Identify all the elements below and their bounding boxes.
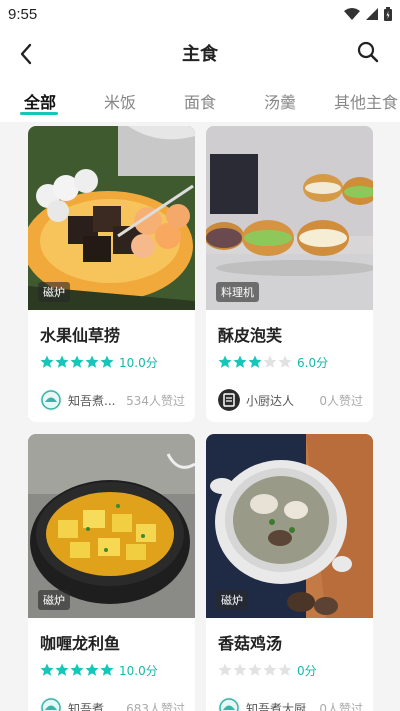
star-icon: [278, 355, 292, 368]
rating-score: 0分: [297, 663, 317, 678]
rating-score: 10.0分: [119, 355, 158, 370]
avatar[interactable]: [40, 697, 62, 711]
device-badge: 料理机: [216, 282, 259, 302]
tab-all[interactable]: 全部: [24, 89, 56, 113]
star-icon: [218, 663, 232, 676]
author-name[interactable]: 小厨达人: [246, 392, 294, 409]
status-time: 9:55: [8, 5, 38, 23]
recipe-title: 水果仙草捞: [40, 326, 121, 345]
rating-score: 10.0分: [119, 663, 158, 678]
tab-noodles[interactable]: 面食: [184, 89, 216, 113]
recipe-image: 磁炉: [206, 434, 373, 618]
star-icon: [278, 663, 292, 676]
device-badge: 磁炉: [216, 590, 248, 610]
app-header: 主食: [0, 28, 400, 76]
likes-count: 0人赞过: [319, 701, 363, 711]
likes-count: 683人赞过: [126, 701, 185, 711]
tab-rice[interactable]: 米饭: [104, 89, 136, 113]
status-icons: [344, 7, 392, 21]
recipe-card[interactable]: 料理机 酥皮泡芙 6.0分 小厨达人 0人赞过: [206, 126, 373, 422]
star-icon: [100, 663, 114, 676]
search-button[interactable]: [354, 38, 382, 66]
recipe-title: 咖喱龙利鱼: [40, 634, 121, 653]
page-title: 主食: [182, 44, 218, 65]
recipe-card[interactable]: 磁炉 香菇鸡汤 0分 知吾煮大厨 0人赞过: [206, 434, 373, 711]
star-icon: [55, 663, 69, 676]
rating: 6.0分: [218, 352, 363, 372]
star-icon: [85, 355, 99, 368]
avatar[interactable]: [218, 697, 240, 711]
author-row: 知吾煮大厨 0人赞过: [218, 696, 363, 711]
recipe-title: 酥皮泡芙: [218, 326, 283, 345]
tab-other[interactable]: 其他主食: [334, 89, 398, 113]
star-icon: [85, 663, 99, 676]
star-icon: [248, 355, 262, 368]
device-badge: 磁炉: [38, 590, 70, 610]
tab-indicator: [20, 112, 58, 115]
search-icon: [357, 41, 379, 63]
device-badge: 磁炉: [38, 282, 70, 302]
author-name[interactable]: 知吾煮...: [68, 392, 115, 409]
star-icon: [233, 355, 247, 368]
author-row: 小厨达人 0人赞过: [218, 388, 363, 412]
author-row: 知吾煮... 683人赞过: [40, 696, 185, 711]
recipe-image: 磁炉: [28, 434, 195, 618]
star-icon: [40, 663, 54, 676]
rating-score: 6.0分: [297, 355, 329, 370]
likes-count: 534人赞过: [126, 393, 185, 408]
recipe-image: 料理机: [206, 126, 373, 310]
avatar[interactable]: [40, 389, 62, 411]
rating: 0分: [218, 660, 363, 680]
star-icon: [218, 355, 232, 368]
star-icon: [263, 355, 277, 368]
star-icon: [100, 355, 114, 368]
star-icon: [233, 663, 247, 676]
rating: 10.0分: [40, 352, 185, 372]
star-icon: [40, 355, 54, 368]
likes-count: 0人赞过: [319, 393, 363, 408]
rating: 10.0分: [40, 660, 185, 680]
author-row: 知吾煮... 534人赞过: [40, 388, 185, 412]
star-icon: [248, 663, 262, 676]
signal-icon: [366, 8, 378, 20]
star-icon: [55, 355, 69, 368]
author-name[interactable]: 知吾煮大厨: [246, 700, 306, 711]
status-bar: 9:55: [0, 0, 400, 28]
wifi-icon: [344, 8, 360, 20]
star-icon: [263, 663, 277, 676]
recipe-card[interactable]: 磁炉 水果仙草捞 10.0分 知吾煮... 534人赞过: [28, 126, 195, 422]
recipe-title: 香菇鸡汤: [218, 634, 283, 653]
category-tabs: 全部 米饭 面食 汤羹 其他主食: [0, 76, 400, 122]
tab-soup[interactable]: 汤羹: [264, 89, 296, 113]
recipe-card[interactable]: 磁炉 咖喱龙利鱼 10.0分 知吾煮... 683人赞过: [28, 434, 195, 711]
star-icon: [70, 355, 84, 368]
author-name[interactable]: 知吾煮...: [68, 700, 115, 711]
star-icon: [70, 663, 84, 676]
battery-icon: [384, 7, 392, 21]
recipe-image: 磁炉: [28, 126, 195, 310]
avatar[interactable]: [218, 389, 240, 411]
